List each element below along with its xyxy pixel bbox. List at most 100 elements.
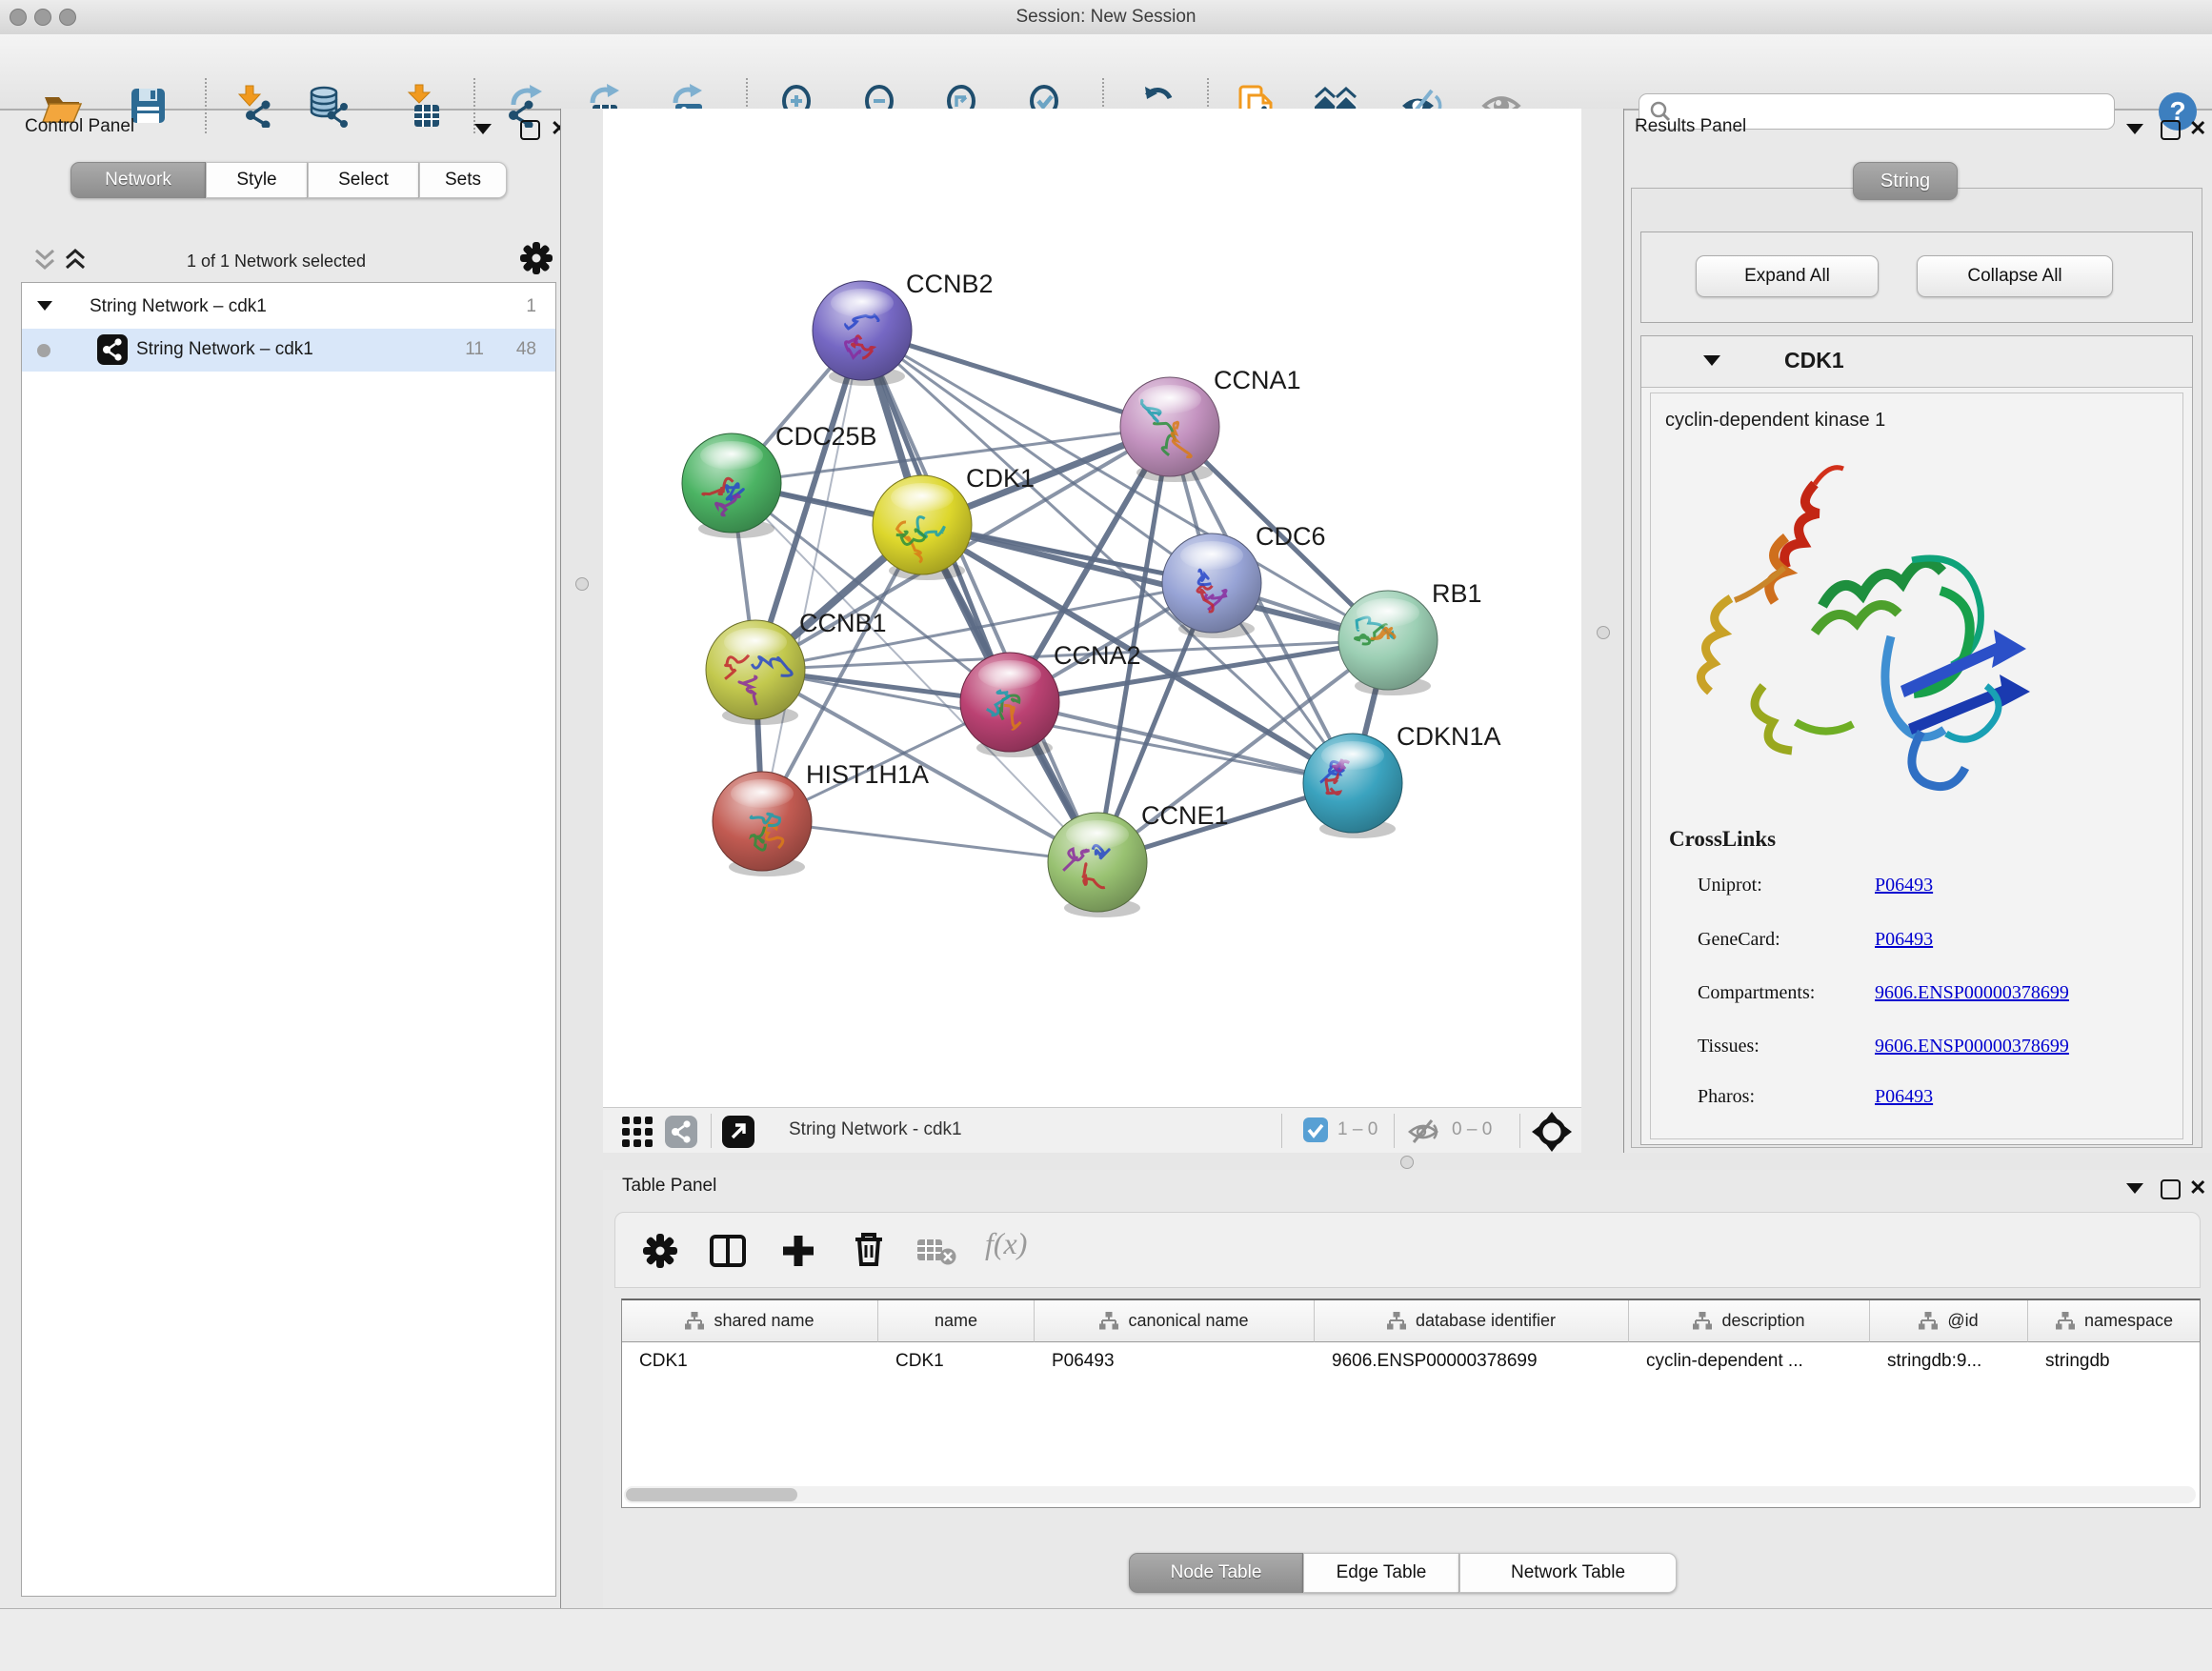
application-window: Session: New Session [0, 0, 2212, 1671]
table-options-gear-icon[interactable] [641, 1232, 679, 1275]
node-label-RB1: RB1 [1432, 579, 1482, 608]
node-table[interactable]: shared namenamecanonical namedatabase id… [621, 1299, 2201, 1508]
tab-network[interactable]: Network [70, 162, 206, 198]
table-scrollbar-thumb[interactable] [626, 1488, 797, 1501]
table-cell[interactable]: CDK1 [622, 1342, 878, 1380]
function-builder-icon: f(x) [985, 1226, 1027, 1261]
viewbar-separator [1281, 1114, 1282, 1148]
table-cell[interactable]: 9606.ENSP00000378699 [1315, 1342, 1629, 1380]
viewbar-separator [711, 1114, 712, 1148]
network-graph[interactable]: CCNB2 CCNA1 CDC25B CDK1 CDC6 RB1 CCNB1 [603, 109, 1581, 1107]
show-grid-icon[interactable] [621, 1116, 654, 1153]
crosslink-label: Tissues: [1698, 1036, 1760, 1057]
tab-string[interactable]: String [1853, 162, 1958, 200]
node-label-CDK1: CDK1 [966, 464, 1035, 493]
network-node-CCNA2[interactable]: CCNA2 [960, 641, 1141, 757]
import-network-from-file-icon[interactable] [231, 84, 275, 128]
crosslink-label: Compartments: [1698, 982, 1815, 1004]
crosslink-link[interactable]: P06493 [1875, 875, 1933, 896]
viewbar-separator [1394, 1114, 1395, 1148]
control-panel-float-icon[interactable] [474, 124, 492, 134]
network-edge[interactable] [762, 821, 1097, 862]
table-row[interactable]: CDK1CDK1P064939606.ENSP00000378699cyclin… [622, 1342, 2200, 1380]
right-splitter-line [1623, 109, 1624, 1153]
node-section-caret[interactable] [1703, 355, 1720, 366]
table-panel-float-icon[interactable] [2126, 1183, 2143, 1194]
results-panel-float-icon[interactable] [2126, 124, 2143, 134]
network-edge[interactable] [1010, 702, 1353, 783]
horizontal-splitter-handle[interactable] [1400, 1156, 1414, 1169]
tab-edge-table[interactable]: Edge Table [1303, 1553, 1459, 1593]
table-toolbar: f(x) [614, 1212, 2201, 1288]
tab-node-table[interactable]: Node Table [1129, 1553, 1303, 1593]
tab-select[interactable]: Select [308, 162, 419, 198]
node-label-CDKN1A: CDKN1A [1397, 722, 1501, 751]
node-label-HIST1H1A: HIST1H1A [806, 760, 929, 789]
network-canvas[interactable]: CCNB2 CCNA1 CDC25B CDK1 CDC6 RB1 CCNB1 [603, 109, 1581, 1107]
title-bar: Session: New Session [0, 0, 2212, 35]
network-node-CCNE1[interactable]: CCNE1 [1048, 801, 1229, 917]
network-row-selected[interactable]: String Network – cdk1 11 48 [22, 329, 555, 372]
table-horizontal-scrollbar[interactable] [624, 1486, 2196, 1503]
node-table-header: shared namenamecanonical namedatabase id… [622, 1300, 2200, 1342]
results-node-header[interactable]: CDK1 [1641, 336, 2192, 388]
table-panel-close-icon[interactable]: ✕ [2189, 1179, 2206, 1197]
table-cell[interactable]: P06493 [1035, 1342, 1315, 1380]
network-options-gear-icon[interactable] [518, 240, 554, 281]
table-cell[interactable]: CDK1 [878, 1342, 1035, 1380]
hidden-eye-icon[interactable] [1407, 1116, 1439, 1153]
table-panel-undock-icon[interactable] [2161, 1179, 2181, 1199]
add-column-icon[interactable] [779, 1232, 817, 1275]
control-panel-undock-icon[interactable] [520, 120, 540, 140]
collapse-all-tree-icon[interactable] [32, 248, 57, 277]
node-description: cyclin-dependent kinase 1 [1665, 410, 1885, 432]
network-collection-row[interactable]: String Network – cdk1 1 [22, 286, 555, 329]
table-cell[interactable]: stringdb:9... [1870, 1342, 2028, 1380]
tab-sets[interactable]: Sets [419, 162, 507, 198]
vertical-splitter[interactable] [561, 109, 603, 1608]
right-splitter-handle[interactable] [1597, 626, 1610, 639]
selected-checkbox-icon[interactable] [1303, 1117, 1328, 1147]
column-header-canonicalname[interactable]: canonical name [1035, 1300, 1315, 1342]
node-label-CCNB2: CCNB2 [906, 270, 994, 298]
collapse-all-button[interactable]: Collapse All [1917, 255, 2113, 297]
viewbar-separator [1519, 1114, 1520, 1148]
network-node-CDKN1A[interactable]: CDKN1A [1303, 722, 1501, 838]
crosslink-link[interactable]: 9606.ENSP00000378699 [1875, 982, 2069, 1004]
vertical-splitter-handle[interactable] [575, 577, 589, 591]
show-columns-icon[interactable] [709, 1232, 747, 1275]
network-node-RB1[interactable]: RB1 [1338, 579, 1482, 695]
collection-expand-caret[interactable] [37, 301, 52, 311]
column-header-id[interactable]: @id [1870, 1300, 2028, 1342]
network-share-icon[interactable] [665, 1116, 697, 1153]
tab-network-table[interactable]: Network Table [1459, 1553, 1677, 1593]
results-panel-undock-icon[interactable] [2161, 120, 2181, 140]
column-header-namespace[interactable]: namespace [2028, 1300, 2201, 1342]
crosslink-link[interactable]: P06493 [1875, 929, 1933, 951]
tab-style[interactable]: Style [206, 162, 308, 198]
column-header-name[interactable]: name [878, 1300, 1035, 1342]
open-in-new-window-icon[interactable] [722, 1116, 754, 1153]
network-node-HIST1H1A[interactable]: HIST1H1A [713, 760, 929, 876]
window-title: Session: New Session [0, 7, 2212, 28]
column-header-description[interactable]: description [1629, 1300, 1870, 1342]
column-header-databaseidentifier[interactable]: database identifier [1315, 1300, 1629, 1342]
table-cell[interactable]: cyclin-dependent ... [1629, 1342, 1870, 1380]
table-cell[interactable]: stringdb [2028, 1342, 2201, 1380]
node-label-CCNA2: CCNA2 [1054, 641, 1141, 670]
column-header-sharedname[interactable]: shared name [622, 1300, 878, 1342]
import-table-from-file-icon[interactable] [401, 84, 445, 128]
network-node-count: 11 [441, 339, 484, 360]
birdseye-crosshair-icon[interactable] [1531, 1111, 1573, 1158]
expand-all-tree-icon[interactable] [63, 248, 88, 277]
import-network-from-database-icon[interactable] [306, 84, 350, 128]
delete-column-icon[interactable] [850, 1230, 888, 1273]
crosslinks-title: CrossLinks [1669, 827, 1776, 852]
expand-all-button[interactable]: Expand All [1696, 255, 1879, 297]
network-edge[interactable] [762, 331, 862, 821]
results-panel-close-icon[interactable]: ✕ [2189, 120, 2206, 137]
crosslink-link[interactable]: P06493 [1875, 1086, 1933, 1108]
network-node-CCNB1[interactable]: CCNB1 [706, 609, 887, 725]
crosslink-link[interactable]: 9606.ENSP00000378699 [1875, 1036, 2069, 1057]
collection-label: String Network – cdk1 [90, 296, 267, 317]
